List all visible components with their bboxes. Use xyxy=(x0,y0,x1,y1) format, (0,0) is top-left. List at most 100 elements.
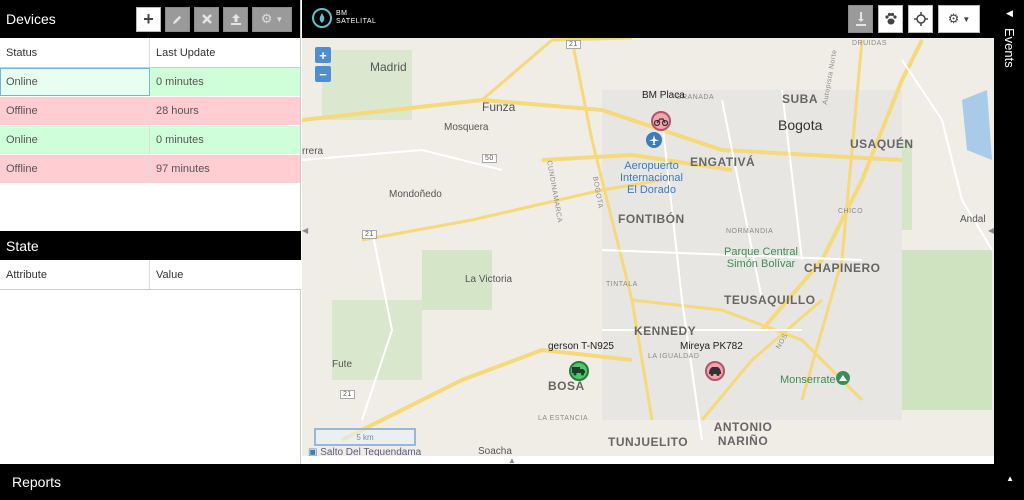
state-grid-header: Attribute Value xyxy=(0,260,301,290)
place-label: TINTALA xyxy=(606,281,638,288)
devices-list: Online 0 minutes Offline 28 hours Online… xyxy=(0,68,300,223)
marker-label: BM Placa xyxy=(642,90,685,101)
add-device-button[interactable]: + xyxy=(136,6,161,32)
device-status: Offline xyxy=(0,155,150,183)
upload-button[interactable] xyxy=(223,6,248,32)
devices-header: Devices + ⚙ ▼ xyxy=(0,0,300,38)
device-settings-button[interactable]: ⚙ ▼ xyxy=(252,6,292,32)
place-label: LA IGUALDAD xyxy=(648,353,700,360)
paw-button[interactable] xyxy=(878,5,903,33)
place-label: KENNEDY xyxy=(634,324,697,338)
place-label: ANTONIO NARIÑO xyxy=(713,420,773,448)
column-status[interactable]: Status xyxy=(0,38,150,67)
map-attribution: ▣ Salto Del Tequendama xyxy=(308,447,421,456)
left-panel: Devices + ⚙ ▼ Status Last Update Online … xyxy=(0,0,301,464)
device-row[interactable]: Offline 28 hours xyxy=(0,97,300,126)
place-label: DRUIDAS xyxy=(852,40,888,47)
state-header: State xyxy=(0,231,301,260)
device-row[interactable]: Online 0 minutes xyxy=(0,68,300,97)
route-shield: 21 xyxy=(362,230,377,239)
place-label: Madrid xyxy=(370,60,407,74)
caret-down-icon: ▼ xyxy=(962,14,971,24)
device-row[interactable]: Offline 97 minutes xyxy=(0,155,300,184)
airplane-icon xyxy=(646,132,662,148)
upload-icon xyxy=(230,14,241,25)
park-line: Parque Central xyxy=(724,246,798,258)
place-label: USAQUÉN xyxy=(850,137,914,151)
map-pin-icon: ▣ xyxy=(308,447,318,456)
edit-device-button[interactable] xyxy=(165,6,190,32)
crosshair-icon xyxy=(913,12,928,26)
airport-line: Aeropuerto xyxy=(624,160,679,172)
place-label: FONTIBÓN xyxy=(618,212,685,226)
devices-title: Devices xyxy=(6,11,56,27)
map-settings-button[interactable]: ⚙ ▼ xyxy=(938,5,980,33)
logo-line2: SATELITAL xyxy=(336,18,377,25)
column-attribute[interactable]: Attribute xyxy=(0,260,150,289)
download-icon xyxy=(855,12,866,26)
reports-title: Reports xyxy=(12,474,62,490)
close-icon xyxy=(201,14,212,24)
plus-icon: + xyxy=(143,8,154,29)
column-last-update[interactable]: Last Update xyxy=(150,38,300,67)
state-panel: State Attribute Value xyxy=(0,231,301,290)
truck-icon xyxy=(572,367,585,376)
zoom-in-button[interactable]: + xyxy=(315,47,331,63)
events-panel[interactable]: ◀ Events xyxy=(994,0,1024,464)
devices-grid-header: Status Last Update xyxy=(0,38,300,68)
device-row[interactable]: Online 0 minutes xyxy=(0,126,300,155)
park-label: Parque Central Simón Bolívar xyxy=(724,246,798,270)
place-label: Monserrate xyxy=(780,374,836,386)
remove-device-button[interactable] xyxy=(194,6,219,32)
events-title: Events xyxy=(1002,28,1017,68)
marker-label: gerson T-N925 xyxy=(548,341,614,352)
state-title: State xyxy=(6,237,39,254)
place-label: CHAPINERO xyxy=(804,261,881,275)
airport-line: El Dorado xyxy=(627,184,676,196)
paw-icon xyxy=(884,12,897,25)
route-shield: 21 xyxy=(340,390,355,399)
place-label: NORMANDIA xyxy=(726,228,774,235)
mountain-pin-icon xyxy=(836,371,850,385)
device-last-update: 28 hours xyxy=(156,105,199,117)
place-label: rrera xyxy=(302,146,324,157)
locate-button[interactable] xyxy=(908,5,933,33)
route-shield: 21 xyxy=(566,40,581,49)
zoom-out-button[interactable]: − xyxy=(315,66,331,82)
place-label: Funza xyxy=(482,100,516,114)
place-label: Andal xyxy=(960,214,986,225)
map-view[interactable]: BM SATELITAL ⚙ ▼ + − Madrid Funza Mosque… xyxy=(302,0,994,456)
map-toolbar: BM SATELITAL ⚙ ▼ xyxy=(302,0,994,38)
place-label: TEUSAQUILLO xyxy=(724,293,816,307)
reports-panel[interactable]: Reports ▲ xyxy=(0,464,1024,500)
place-label: Fute xyxy=(332,359,353,370)
place-label: Mondoñedo xyxy=(389,189,442,200)
logo-line1: BM xyxy=(336,10,348,17)
device-last-update: 97 minutes xyxy=(156,163,210,175)
device-status: Online xyxy=(0,126,150,154)
expand-events-icon[interactable]: ◀ xyxy=(1006,8,1013,19)
device-marker[interactable] xyxy=(569,361,589,381)
history-button[interactable] xyxy=(848,5,873,33)
gear-icon: ⚙ xyxy=(947,11,960,26)
collapse-bottom-icon[interactable]: ▲ xyxy=(508,456,518,465)
device-marker[interactable] xyxy=(705,361,725,381)
park-line: Simón Bolívar xyxy=(726,258,796,270)
logo: BM SATELITAL xyxy=(312,8,376,28)
car-icon xyxy=(709,367,721,376)
gear-icon: ⚙ xyxy=(260,11,273,26)
column-value[interactable]: Value xyxy=(150,260,301,289)
place-label: CHICO xyxy=(838,208,864,215)
place-label: TUNJUELITO xyxy=(608,435,689,449)
device-status: Online xyxy=(0,68,150,96)
place-label: La Victoria xyxy=(465,274,513,285)
caret-down-icon: ▼ xyxy=(275,14,284,24)
device-marker[interactable] xyxy=(651,111,671,131)
collapse-left-icon[interactable]: ◀ xyxy=(302,226,308,236)
expand-reports-icon[interactable]: ▲ xyxy=(1006,474,1014,483)
place-label: Mosquera xyxy=(444,122,489,133)
motorcycle-icon xyxy=(654,118,668,126)
pencil-icon xyxy=(172,15,182,24)
airport-line: Internacional xyxy=(620,172,683,184)
device-status: Offline xyxy=(0,97,150,125)
